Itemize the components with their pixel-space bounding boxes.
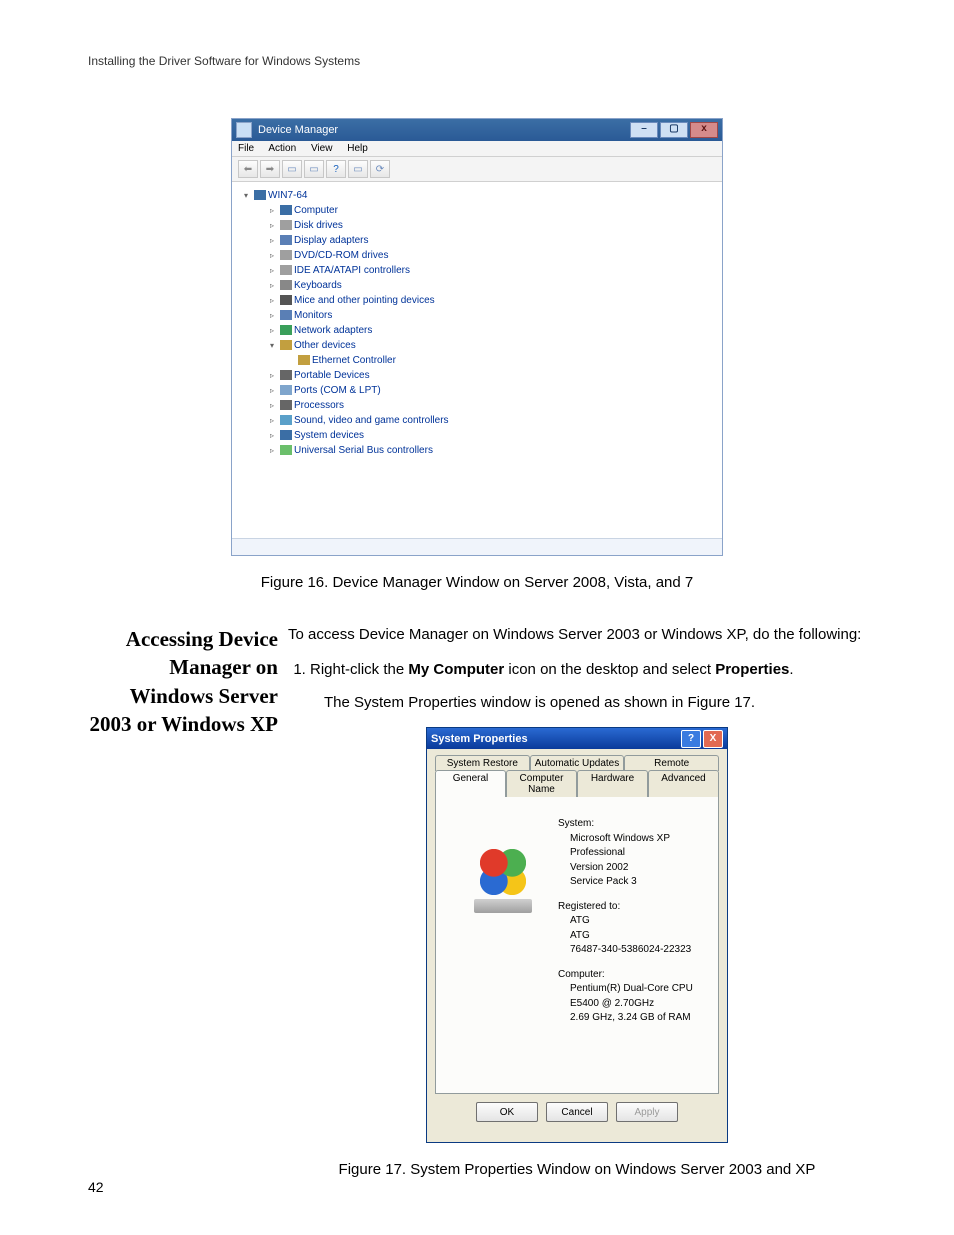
help-button[interactable]: ? <box>681 730 701 748</box>
sysprops-titlebar: System Properties ? X <box>427 728 727 749</box>
step-1: Right-click the My Computer icon on the … <box>310 659 866 713</box>
cancel-button[interactable]: Cancel <box>546 1102 608 1122</box>
tree-mice[interactable]: ▹Mice and other pointing devices <box>270 293 716 308</box>
tree-computer[interactable]: ▹Computer <box>270 203 716 218</box>
devmgr-menu-bar: File Action View Help <box>232 141 722 157</box>
minimize-button[interactable]: – <box>630 122 658 138</box>
close-button[interactable]: X <box>703 730 723 748</box>
forward-icon[interactable]: ➡ <box>260 160 280 178</box>
tree-network-adapters[interactable]: ▹Network adapters <box>270 323 716 338</box>
system-line2: Professional <box>570 846 706 861</box>
system-line3: Version 2002 <box>570 861 706 876</box>
system-line4: Service Pack 3 <box>570 875 706 890</box>
registered-line3: 76487-340-5386024-22323 <box>570 943 706 958</box>
toolbar-btn-2[interactable]: ▭ <box>304 160 324 178</box>
devmgr-app-icon <box>236 122 252 138</box>
computer-line3: 2.69 GHz, 3.24 GB of RAM <box>570 1011 706 1026</box>
figure17-caption: Figure 17. System Properties Window on W… <box>288 1161 866 1178</box>
tab-hardware[interactable]: Hardware <box>577 770 648 797</box>
ok-button[interactable]: OK <box>476 1102 538 1122</box>
tree-usb[interactable]: ▹Universal Serial Bus controllers <box>270 443 716 458</box>
tree-monitors[interactable]: ▹Monitors <box>270 308 716 323</box>
intro-paragraph: To access Device Manager on Windows Serv… <box>288 625 866 645</box>
computer-line1: Pentium(R) Dual-Core CPU <box>570 982 706 997</box>
device-manager-window: Device Manager – ▢ x File Action View He… <box>231 118 723 556</box>
close-button[interactable]: x <box>690 122 718 138</box>
tree-ide[interactable]: ▹IDE ATA/ATAPI controllers <box>270 263 716 278</box>
tree-root[interactable]: ▾WIN7-64 <box>244 188 716 203</box>
system-line1: Microsoft Windows XP <box>570 832 706 847</box>
figure16-caption: Figure 16. Device Manager Window on Serv… <box>88 574 866 591</box>
windows-logo-icon <box>468 843 538 913</box>
tree-keyboards[interactable]: ▹Keyboards <box>270 278 716 293</box>
computer-label: Computer: <box>558 968 706 983</box>
tree-system-devices[interactable]: ▹System devices <box>270 428 716 443</box>
system-properties-dialog: System Properties ? X System Restore Aut… <box>426 727 728 1143</box>
tree-sound[interactable]: ▹Sound, video and game controllers <box>270 413 716 428</box>
section-heading: Accessing Device Manager on Windows Serv… <box>88 625 278 738</box>
tree-other-devices[interactable]: ▾Other devices <box>270 338 716 353</box>
tab-automatic-updates[interactable]: Automatic Updates <box>530 755 625 771</box>
tab-general[interactable]: General <box>435 770 506 797</box>
devmgr-toolbar: ⬅ ➡ ▭ ▭ ? ▭ ⟳ <box>232 157 722 182</box>
tree-ethernet-controller[interactable]: Ethernet Controller <box>288 353 716 368</box>
menu-file[interactable]: File <box>238 143 254 154</box>
tree-processors[interactable]: ▹Processors <box>270 398 716 413</box>
tab-computer-name[interactable]: Computer Name <box>506 770 577 797</box>
maximize-button[interactable]: ▢ <box>660 122 688 138</box>
system-label: System: <box>558 817 706 832</box>
devmgr-titlebar: Device Manager – ▢ x <box>232 119 722 141</box>
step-1-note: The System Properties window is opened a… <box>324 692 866 713</box>
help-icon[interactable]: ? <box>326 160 346 178</box>
registered-line1: ATG <box>570 914 706 929</box>
registered-label: Registered to: <box>558 900 706 915</box>
sysprops-title: System Properties <box>431 733 679 745</box>
tab-remote[interactable]: Remote <box>624 755 719 771</box>
toolbar-btn-1[interactable]: ▭ <box>282 160 302 178</box>
toolbar-btn-3[interactable]: ▭ <box>348 160 368 178</box>
computer-line2: E5400 @ 2.70GHz <box>570 997 706 1012</box>
devmgr-statusbar <box>232 538 722 555</box>
tree-dvd[interactable]: ▹DVD/CD-ROM drives <box>270 248 716 263</box>
apply-button[interactable]: Apply <box>616 1102 678 1122</box>
menu-view[interactable]: View <box>311 143 333 154</box>
refresh-icon[interactable]: ⟳ <box>370 160 390 178</box>
tree-display-adapters[interactable]: ▹Display adapters <box>270 233 716 248</box>
general-tab-panel: System: Microsoft Windows XP Professiona… <box>435 796 719 1094</box>
tree-disk-drives[interactable]: ▹Disk drives <box>270 218 716 233</box>
running-header: Installing the Driver Software for Windo… <box>88 54 866 68</box>
registered-line2: ATG <box>570 929 706 944</box>
tree-ports[interactable]: ▹Ports (COM & LPT) <box>270 383 716 398</box>
menu-action[interactable]: Action <box>268 143 296 154</box>
tree-portable-devices[interactable]: ▹Portable Devices <box>270 368 716 383</box>
menu-help[interactable]: Help <box>347 143 368 154</box>
tab-system-restore[interactable]: System Restore <box>435 755 530 771</box>
page-number: 42 <box>88 1179 104 1195</box>
device-tree: ▾WIN7-64 ▹Computer ▹Disk drives ▹Display… <box>232 182 722 538</box>
devmgr-title: Device Manager <box>258 124 630 136</box>
back-icon[interactable]: ⬅ <box>238 160 258 178</box>
tab-advanced[interactable]: Advanced <box>648 770 719 797</box>
